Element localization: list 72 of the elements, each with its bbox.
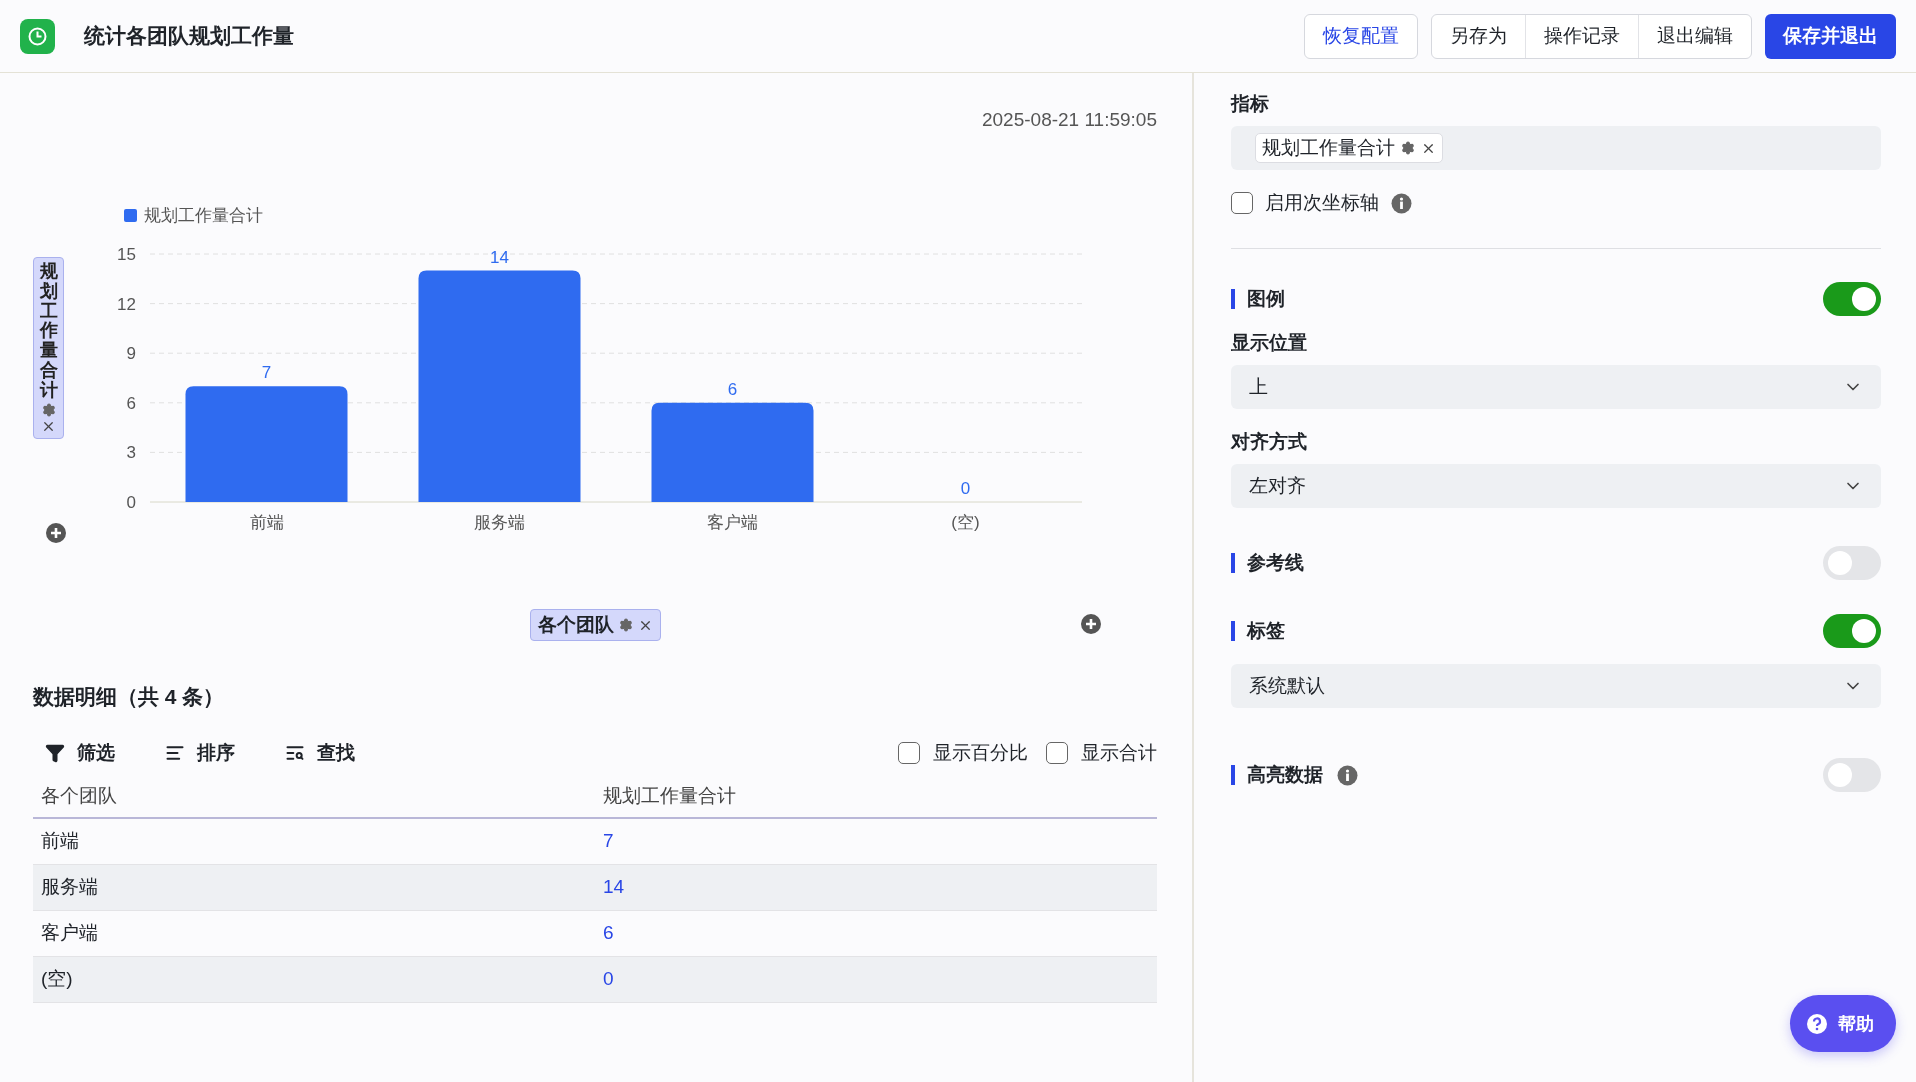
- help-button[interactable]: 帮助: [1790, 995, 1896, 1052]
- save-button[interactable]: 保存并退出: [1765, 13, 1896, 59]
- y-tick-label: 15: [117, 245, 136, 264]
- checkbox[interactable]: [1046, 742, 1068, 764]
- add-icon[interactable]: [45, 522, 67, 544]
- select-field[interactable]: 系统默认: [1231, 664, 1881, 708]
- checkbox[interactable]: [898, 742, 920, 764]
- settings-icon[interactable]: [618, 618, 633, 632]
- checkbox-label: 启用次坐标轴: [1265, 191, 1379, 215]
- page-title: 统计各团队规划工作量: [84, 23, 295, 49]
- y-tick-label: 0: [126, 493, 136, 512]
- table-cell: 0: [595, 956, 1157, 1002]
- section-title: 标签: [1231, 621, 1285, 641]
- table-cell: 6: [595, 910, 1157, 956]
- restore-button[interactable]: 恢复配置: [1304, 13, 1418, 59]
- column-header: 各个团队: [33, 775, 595, 818]
- table-cell: 服务端: [33, 864, 595, 910]
- checkbox-label: 显示合计: [1081, 741, 1157, 765]
- legend-item[interactable]: 规划工作量合计: [124, 206, 263, 225]
- info-icon[interactable]: [1391, 192, 1412, 214]
- section-heading: 数据明细（共 4 条）: [33, 684, 226, 710]
- timestamp: 2025-08-21 11:59:05: [981, 109, 1157, 131]
- select-field[interactable]: 左对齐: [1231, 464, 1881, 508]
- add-icon[interactable]: [1080, 613, 1102, 635]
- data-label: 7: [261, 363, 272, 383]
- toolbar-button[interactable]: 另存为: [1432, 14, 1525, 58]
- data-label: 6: [727, 379, 738, 399]
- data-label: 14: [490, 247, 509, 267]
- filter-icon: [45, 743, 65, 763]
- settings-icon[interactable]: [1401, 141, 1415, 155]
- toggle-switch[interactable]: [1823, 546, 1881, 580]
- table-cell: 14: [595, 864, 1157, 910]
- y-tick-label: 12: [117, 294, 136, 314]
- x-tick-label: (空): [951, 513, 980, 532]
- column-header: 规划工作量合计: [595, 775, 1157, 818]
- toolbar-button[interactable]: 查找: [273, 740, 367, 766]
- sort-icon: [165, 743, 185, 763]
- select-field[interactable]: 上: [1231, 365, 1881, 409]
- search-icon: [285, 743, 305, 763]
- section-title: 参考线: [1231, 553, 1304, 573]
- toggle-switch[interactable]: [1823, 282, 1881, 316]
- table-cell: 客户端: [33, 910, 595, 956]
- toolbar-button[interactable]: 操作记录: [1525, 14, 1638, 58]
- table-cell: 7: [595, 818, 1157, 864]
- checkbox[interactable]: [1231, 192, 1253, 214]
- toggle-switch[interactable]: [1823, 758, 1881, 792]
- x-tick-label: 服务端: [474, 513, 525, 532]
- field-label: 指标: [1231, 92, 1270, 116]
- field-label: 显示位置: [1231, 331, 1308, 355]
- info-icon[interactable]: [1337, 764, 1358, 786]
- field-label: 对齐方式: [1231, 430, 1308, 454]
- help-icon: [1806, 1012, 1828, 1035]
- settings-icon[interactable]: [41, 402, 56, 417]
- toggle-switch[interactable]: [1823, 614, 1881, 648]
- x-tick-label: 客户端: [707, 513, 758, 532]
- section-title: 图例: [1231, 289, 1285, 309]
- toolbar-button[interactable]: 退出编辑: [1638, 14, 1751, 58]
- app-logo-icon: [20, 18, 55, 54]
- y-tick-label: 3: [126, 443, 136, 463]
- x-axis-field-chip[interactable]: 各个团队: [529, 609, 661, 641]
- table-cell: 前端: [33, 818, 595, 864]
- data-label: 0: [960, 479, 971, 498]
- y-tick-label: 9: [126, 344, 136, 364]
- section-title: 高亮数据: [1231, 765, 1323, 785]
- table-cell: (空): [33, 956, 595, 1002]
- y-tick-label: 6: [126, 393, 136, 413]
- checkbox-label: 显示百分比: [933, 741, 1028, 765]
- y-axis-field-chip[interactable]: 规划工作量合计: [33, 257, 64, 439]
- toolbar-button[interactable]: 排序: [153, 740, 247, 766]
- toolbar-button[interactable]: 筛选: [33, 740, 127, 766]
- x-tick-label: 前端: [249, 513, 284, 532]
- metric-field[interactable]: 规划工作量合计: [1231, 126, 1881, 170]
